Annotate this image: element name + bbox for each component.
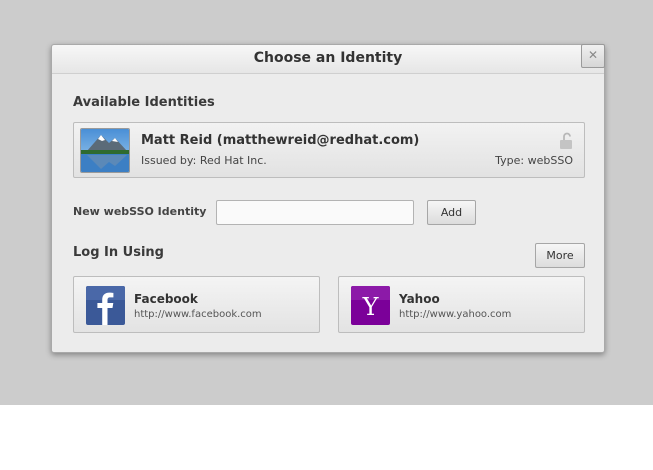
dialog-titlebar: Choose an Identity: [52, 45, 604, 74]
identity-name: Matt Reid (matthewreid@redhat.com): [141, 133, 420, 148]
close-button[interactable]: ✕: [581, 44, 605, 68]
provider-name: Yahoo: [399, 292, 440, 306]
provider-facebook-button[interactable]: Facebook http://www.facebook.com: [73, 276, 320, 333]
mountain-landscape-icon: [81, 129, 129, 172]
dialog-title: Choose an Identity: [253, 50, 403, 66]
identity-type: Type: webSSO: [495, 154, 573, 167]
close-icon: ✕: [587, 48, 599, 62]
identity-issuer: Issued by: Red Hat Inc.: [141, 154, 267, 167]
provider-yahoo-button[interactable]: Y Yahoo http://www.yahoo.com: [338, 276, 585, 333]
identity-avatar: [80, 128, 130, 173]
new-identity-input[interactable]: [216, 200, 414, 225]
more-button[interactable]: More: [535, 243, 585, 268]
yahoo-icon: Y: [351, 286, 390, 325]
choose-identity-dialog: Choose an Identity ✕ Available Identitie…: [51, 44, 605, 353]
svg-text:Y: Y: [362, 293, 380, 321]
new-identity-label: New webSSO Identity: [73, 205, 207, 218]
provider-url: http://www.facebook.com: [134, 309, 262, 320]
log-in-using-heading: Log In Using: [73, 245, 164, 260]
provider-name: Facebook: [134, 292, 198, 306]
available-identities-heading: Available Identities: [73, 95, 215, 110]
identity-item[interactable]: Matt Reid (matthewreid@redhat.com) Issue…: [73, 122, 585, 178]
facebook-icon: [86, 286, 125, 325]
provider-url: http://www.yahoo.com: [399, 309, 512, 320]
add-button[interactable]: Add: [427, 200, 476, 225]
unlocked-padlock-icon: [560, 132, 572, 149]
